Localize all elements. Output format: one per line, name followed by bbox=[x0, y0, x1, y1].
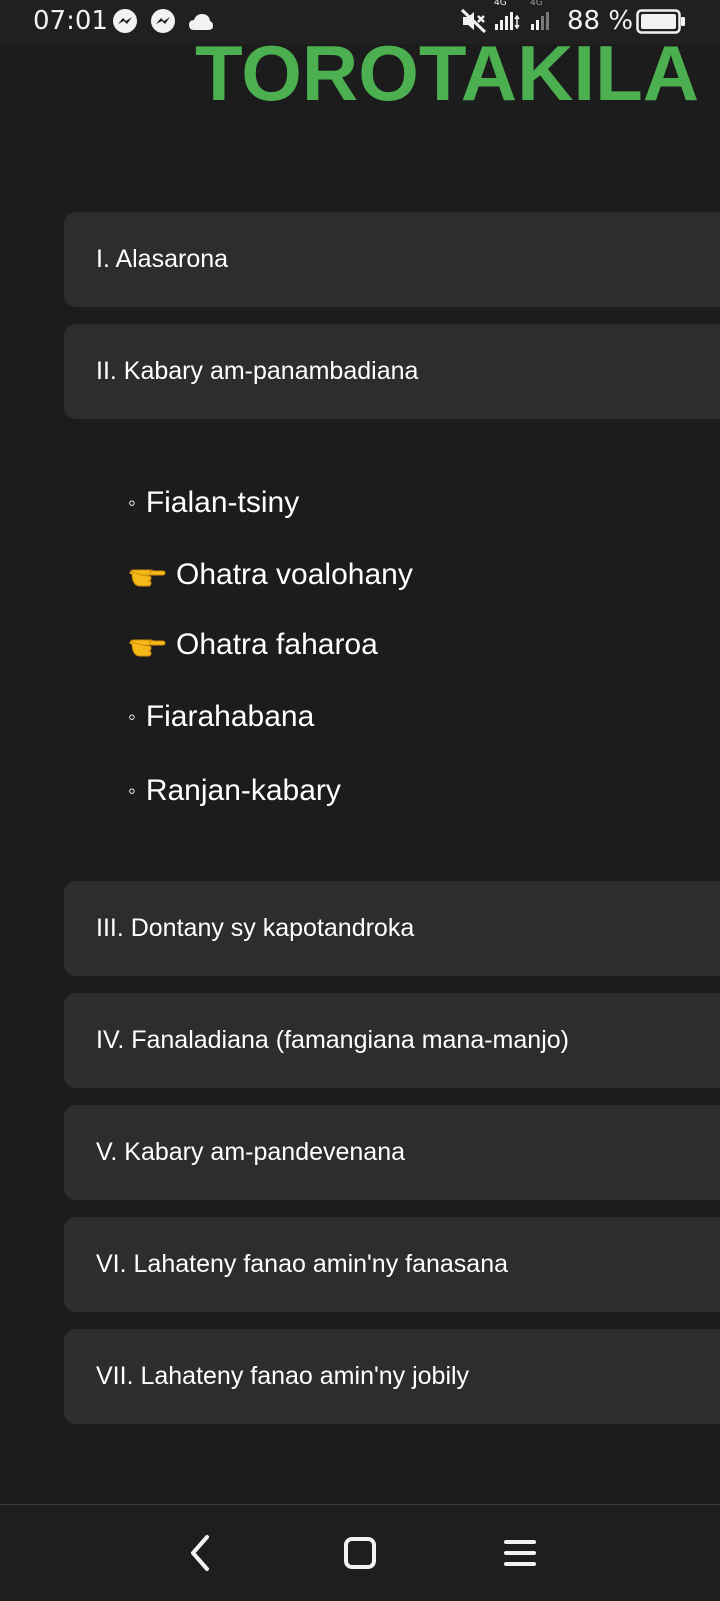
section-label: I. Alasarona bbox=[96, 245, 229, 273]
sub-item-label: Ohatra faharoa bbox=[176, 628, 378, 661]
sub-item[interactable]: ◦ Fialan-tsiny bbox=[128, 486, 299, 520]
section-item[interactable]: I. Alasarona bbox=[64, 212, 720, 307]
network-type-label: 4G bbox=[530, 0, 543, 8]
back-button[interactable] bbox=[170, 1525, 230, 1581]
bullet-icon: ◦ bbox=[128, 704, 136, 729]
pointing-hand-icon bbox=[129, 569, 166, 587]
menu-icon bbox=[504, 1540, 536, 1566]
page-title: TOROTAKILA bbox=[195, 29, 700, 117]
pointing-hand-icon bbox=[129, 639, 166, 657]
messenger-icon bbox=[150, 8, 176, 39]
menu-button[interactable] bbox=[490, 1525, 550, 1581]
sub-item-label: Fialan-tsiny bbox=[145, 486, 300, 519]
status-time: 07:01 bbox=[33, 6, 108, 36]
home-icon bbox=[344, 1537, 376, 1569]
home-button[interactable] bbox=[330, 1525, 390, 1581]
sub-item-label: Fiarahabana bbox=[145, 700, 315, 733]
messenger-icon bbox=[112, 8, 138, 39]
section-label: IV. Fanaladiana (famangiana mana-manjo) bbox=[96, 1026, 569, 1054]
section-item[interactable]: V. Kabary am-pandevenana bbox=[64, 1105, 720, 1200]
section-label: II. Kabary am-panambadiana bbox=[96, 357, 419, 385]
sub-item[interactable]: ◦ Fiarahabana bbox=[128, 700, 314, 734]
section-item[interactable]: VI. Lahateny fanao amin'ny fanasana bbox=[64, 1217, 720, 1312]
back-icon bbox=[191, 1535, 209, 1571]
network-type-label: 4G bbox=[494, 0, 507, 8]
sub-item-label: Ranjan-kabary bbox=[145, 774, 341, 807]
bullet-icon: ◦ bbox=[128, 778, 136, 803]
section-item[interactable]: II. Kabary am-panambadiana bbox=[64, 324, 720, 419]
sub-item-label: Ohatra voalohany bbox=[176, 558, 413, 591]
section-item[interactable]: IV. Fanaladiana (famangiana mana-manjo) bbox=[64, 993, 720, 1088]
sub-item[interactable]: Ohatra voalohany bbox=[128, 558, 413, 592]
bullet-icon: ◦ bbox=[128, 490, 136, 515]
section-label: VI. Lahateny fanao amin'ny fanasana bbox=[96, 1250, 509, 1278]
sub-item[interactable]: ◦ Ranjan-kabary bbox=[128, 774, 341, 808]
section-item[interactable]: VII. Lahateny fanao amin'ny jobily bbox=[64, 1329, 720, 1424]
section-label: V. Kabary am-pandevenana bbox=[96, 1138, 406, 1166]
sub-item[interactable]: Ohatra faharoa bbox=[128, 628, 378, 662]
section-item[interactable]: III. Dontany sy kapotandroka bbox=[64, 881, 720, 976]
navigation-bar bbox=[0, 1504, 720, 1601]
section-label: VII. Lahateny fanao amin'ny jobily bbox=[96, 1362, 470, 1390]
section-label: III. Dontany sy kapotandroka bbox=[96, 914, 415, 942]
